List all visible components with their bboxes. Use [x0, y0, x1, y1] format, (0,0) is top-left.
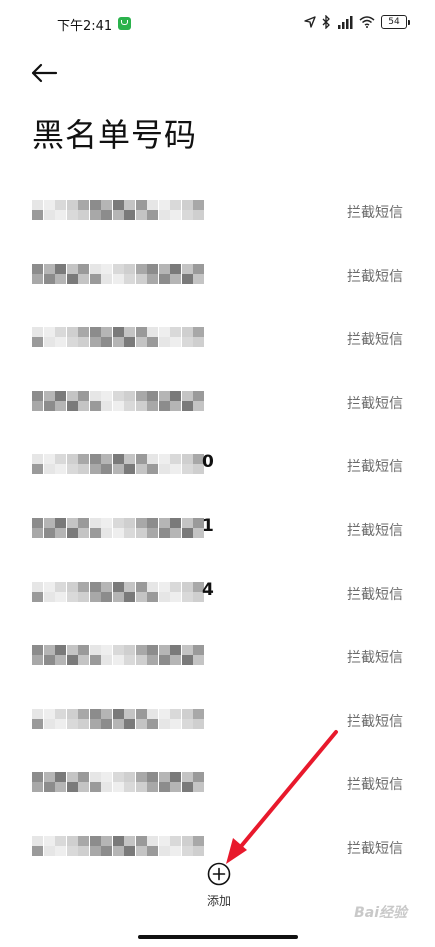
- blurred-phone-number: [32, 772, 204, 793]
- list-item[interactable]: 4 拦截短信: [0, 560, 435, 623]
- list-item[interactable]: 1 拦截短信: [0, 496, 435, 559]
- watermark-logo: Bai经验: [354, 905, 407, 921]
- block-sms-label: 拦截短信: [347, 777, 403, 794]
- home-indicator[interactable]: [138, 935, 298, 939]
- signal-icon: [338, 15, 353, 29]
- blurred-phone-number: [32, 200, 204, 220]
- back-button[interactable]: [30, 58, 64, 88]
- block-sms-label: 拦截短信: [347, 713, 403, 730]
- block-sms-label: 拦截短信: [347, 459, 403, 476]
- block-sms-label: 拦截短信: [347, 650, 403, 667]
- blurred-phone-number: [32, 645, 204, 666]
- status-icons: 54: [304, 13, 410, 31]
- list-item[interactable]: 0 拦截短信: [0, 432, 435, 495]
- arrow-left-icon: [31, 63, 58, 83]
- add-button[interactable]: 添加: [203, 862, 235, 910]
- status-time: 下午2:41: [57, 19, 113, 34]
- location-icon: [304, 16, 316, 28]
- battery-level: 54: [381, 15, 407, 29]
- bluetooth-icon: [322, 15, 330, 29]
- block-sms-label: 拦截短信: [347, 523, 403, 539]
- block-sms-label: 拦截短信: [347, 395, 403, 412]
- blurred-phone-number: [32, 518, 204, 538]
- number-digit: 1: [202, 516, 214, 536]
- blurred-phone-number: [32, 263, 204, 284]
- blurred-phone-number: [32, 454, 204, 475]
- wechat-icon: [118, 17, 131, 30]
- block-sms-label: 拦截短信: [347, 841, 403, 857]
- page-title: 黑名单号码: [32, 116, 198, 154]
- list-item[interactable]: 拦截短信: [0, 178, 435, 241]
- block-sms-label: 拦截短信: [347, 268, 403, 285]
- blurred-phone-number: [32, 836, 204, 856]
- number-digit: 4: [202, 579, 214, 600]
- block-sms-label: 拦截短信: [347, 586, 403, 603]
- list-item[interactable]: 拦截短信: [0, 687, 435, 750]
- list-item[interactable]: 拦截短信: [0, 369, 435, 432]
- list-item[interactable]: 拦截短信: [0, 242, 435, 305]
- wifi-icon: [359, 16, 375, 28]
- number-digit: 0: [202, 452, 214, 473]
- status-bar: 下午2:41 54: [0, 0, 435, 50]
- block-sms-label: 拦截短信: [347, 205, 403, 221]
- blurred-phone-number: [32, 390, 204, 411]
- list-item[interactable]: 拦截短信: [0, 750, 435, 813]
- blurred-phone-number: [32, 581, 204, 602]
- blurred-phone-number: [32, 708, 204, 729]
- block-sms-label: 拦截短信: [347, 332, 403, 349]
- add-label: 添加: [206, 894, 231, 908]
- list-item[interactable]: 拦截短信: [0, 623, 435, 686]
- blurred-phone-number: [32, 327, 204, 348]
- battery-icon: 54: [381, 15, 410, 29]
- list-item[interactable]: 拦截短信: [0, 305, 435, 368]
- plus-circle-icon: [207, 862, 231, 886]
